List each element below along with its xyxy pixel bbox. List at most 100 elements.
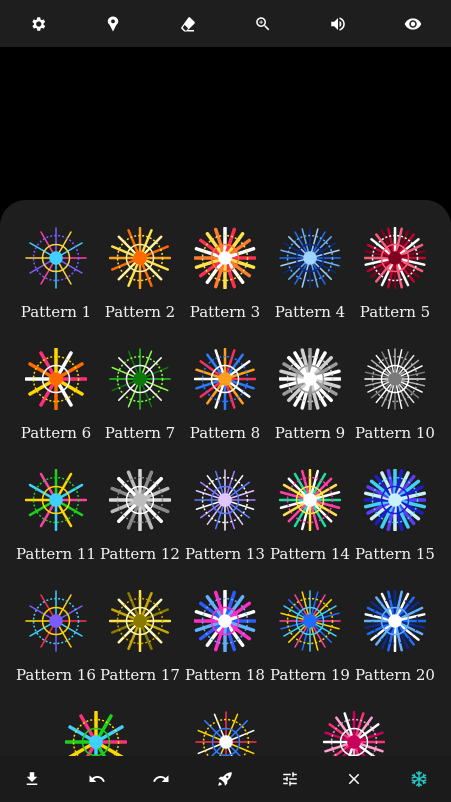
pattern-thumbnail xyxy=(364,469,426,531)
pattern-label: Pattern 19 xyxy=(270,666,350,684)
visibility-button[interactable] xyxy=(398,9,428,39)
pattern-thumbnail xyxy=(194,469,256,531)
pattern-picker-sheet: Pattern 1 Pattern 2 Pattern 3 Pattern 4 Patt… xyxy=(0,200,451,756)
snowflake-icon xyxy=(411,770,427,788)
pattern-thumbnail xyxy=(109,590,171,652)
snowflake-button[interactable] xyxy=(404,764,434,794)
paint-drop-icon xyxy=(107,16,118,31)
pattern-ring xyxy=(49,493,63,507)
sliders-icon xyxy=(283,772,297,786)
pattern-thumbnail xyxy=(25,227,87,289)
pattern-item[interactable]: Pattern 1 xyxy=(11,227,101,321)
pattern-ring xyxy=(49,614,63,628)
pattern-item[interactable]: Pattern 22 xyxy=(181,711,271,756)
pattern-thumbnail xyxy=(364,227,426,289)
pattern-label: Pattern 14 xyxy=(270,545,350,563)
pattern-label: Pattern 9 xyxy=(274,424,346,442)
eraser-icon xyxy=(181,16,195,31)
settings-button[interactable] xyxy=(23,9,53,39)
pattern-ring xyxy=(347,735,361,749)
pattern-label: Pattern 11 xyxy=(16,545,96,563)
pattern-thumbnail xyxy=(25,348,87,410)
pattern-item[interactable]: Pattern 13 xyxy=(180,469,270,563)
pattern-label: Pattern 18 xyxy=(185,666,265,684)
pattern-ring xyxy=(388,614,402,628)
pattern-label: Pattern 4 xyxy=(274,303,346,321)
pattern-item[interactable]: Pattern 2 xyxy=(95,227,185,321)
pattern-item[interactable]: Pattern 18 xyxy=(180,590,270,684)
close-button[interactable] xyxy=(339,764,369,794)
pattern-item[interactable]: Pattern 21 xyxy=(51,711,141,756)
redo-icon xyxy=(153,775,169,782)
pattern-ring xyxy=(388,372,402,386)
pattern-item[interactable]: Pattern 6 xyxy=(11,348,101,442)
pattern-item[interactable]: Pattern 7 xyxy=(95,348,185,442)
pattern-thumbnail xyxy=(25,590,87,652)
zoom-button[interactable] xyxy=(248,9,278,39)
pattern-item[interactable]: Pattern 16 xyxy=(11,590,101,684)
pattern-ring xyxy=(49,372,63,386)
pattern-item[interactable]: Pattern 23 xyxy=(309,711,399,756)
bottom-toolbar xyxy=(0,756,451,802)
pattern-item[interactable]: Pattern 17 xyxy=(95,590,185,684)
download-button[interactable] xyxy=(17,764,47,794)
pattern-ring xyxy=(133,493,147,507)
pattern-item[interactable]: Pattern 15 xyxy=(350,469,440,563)
pattern-label: Pattern 2 xyxy=(104,303,176,321)
pattern-item[interactable]: Pattern 19 xyxy=(265,590,355,684)
drawing-canvas[interactable] xyxy=(0,47,451,200)
pattern-ring xyxy=(89,735,103,749)
pattern-ring xyxy=(303,614,317,628)
pattern-item[interactable]: Pattern 9 xyxy=(265,348,355,442)
pattern-item[interactable]: Pattern 8 xyxy=(180,348,270,442)
pattern-ring xyxy=(133,251,147,265)
pattern-label: Pattern 7 xyxy=(104,424,176,442)
eraser-button[interactable] xyxy=(173,9,203,39)
settings-icon xyxy=(31,16,45,31)
pattern-ring xyxy=(219,735,233,749)
sound-button[interactable] xyxy=(323,9,353,39)
undo-icon xyxy=(89,775,105,782)
pattern-thumbnail xyxy=(194,227,256,289)
pattern-item[interactable]: Pattern 10 xyxy=(350,348,440,442)
pattern-thumbnail xyxy=(195,711,257,756)
pattern-ring xyxy=(133,372,147,386)
pattern-thumbnail xyxy=(323,711,385,756)
pattern-ring xyxy=(303,372,317,386)
pattern-item[interactable]: Pattern 11 xyxy=(11,469,101,563)
pattern-label: Pattern 6 xyxy=(20,424,92,442)
pattern-ring xyxy=(388,251,402,265)
pattern-item[interactable]: Pattern 5 xyxy=(350,227,440,321)
pattern-thumbnail xyxy=(279,348,341,410)
pattern-label: Pattern 15 xyxy=(355,545,435,563)
pattern-item[interactable]: Pattern 3 xyxy=(180,227,270,321)
zoom-in-icon xyxy=(256,16,270,30)
pattern-thumbnail xyxy=(194,348,256,410)
rocket-icon xyxy=(218,772,233,786)
pattern-item[interactable]: Pattern 14 xyxy=(265,469,355,563)
pattern-ring xyxy=(218,372,232,386)
pattern-item[interactable]: Pattern 12 xyxy=(95,469,185,563)
pattern-thumbnail xyxy=(279,227,341,289)
color-drop-button[interactable] xyxy=(98,9,128,39)
redo-button[interactable] xyxy=(146,764,176,794)
rocket-button[interactable] xyxy=(210,764,240,794)
pattern-thumbnail xyxy=(109,227,171,289)
pattern-item[interactable]: Pattern 4 xyxy=(265,227,355,321)
pattern-item[interactable]: Pattern 20 xyxy=(350,590,440,684)
close-icon xyxy=(349,773,360,785)
pattern-label: Pattern 1 xyxy=(20,303,92,321)
pattern-ring xyxy=(303,251,317,265)
pattern-thumbnail xyxy=(364,590,426,652)
pattern-thumbnail xyxy=(65,711,127,756)
pattern-label: Pattern 13 xyxy=(185,545,265,563)
pattern-ring xyxy=(218,493,232,507)
pattern-ring xyxy=(133,614,147,628)
pattern-label: Pattern 10 xyxy=(355,424,435,442)
pattern-label: Pattern 3 xyxy=(189,303,261,321)
pattern-thumbnail xyxy=(194,590,256,652)
undo-button[interactable] xyxy=(82,764,112,794)
adjust-button[interactable] xyxy=(275,764,305,794)
pattern-ring xyxy=(218,614,232,628)
pattern-ring xyxy=(388,493,402,507)
